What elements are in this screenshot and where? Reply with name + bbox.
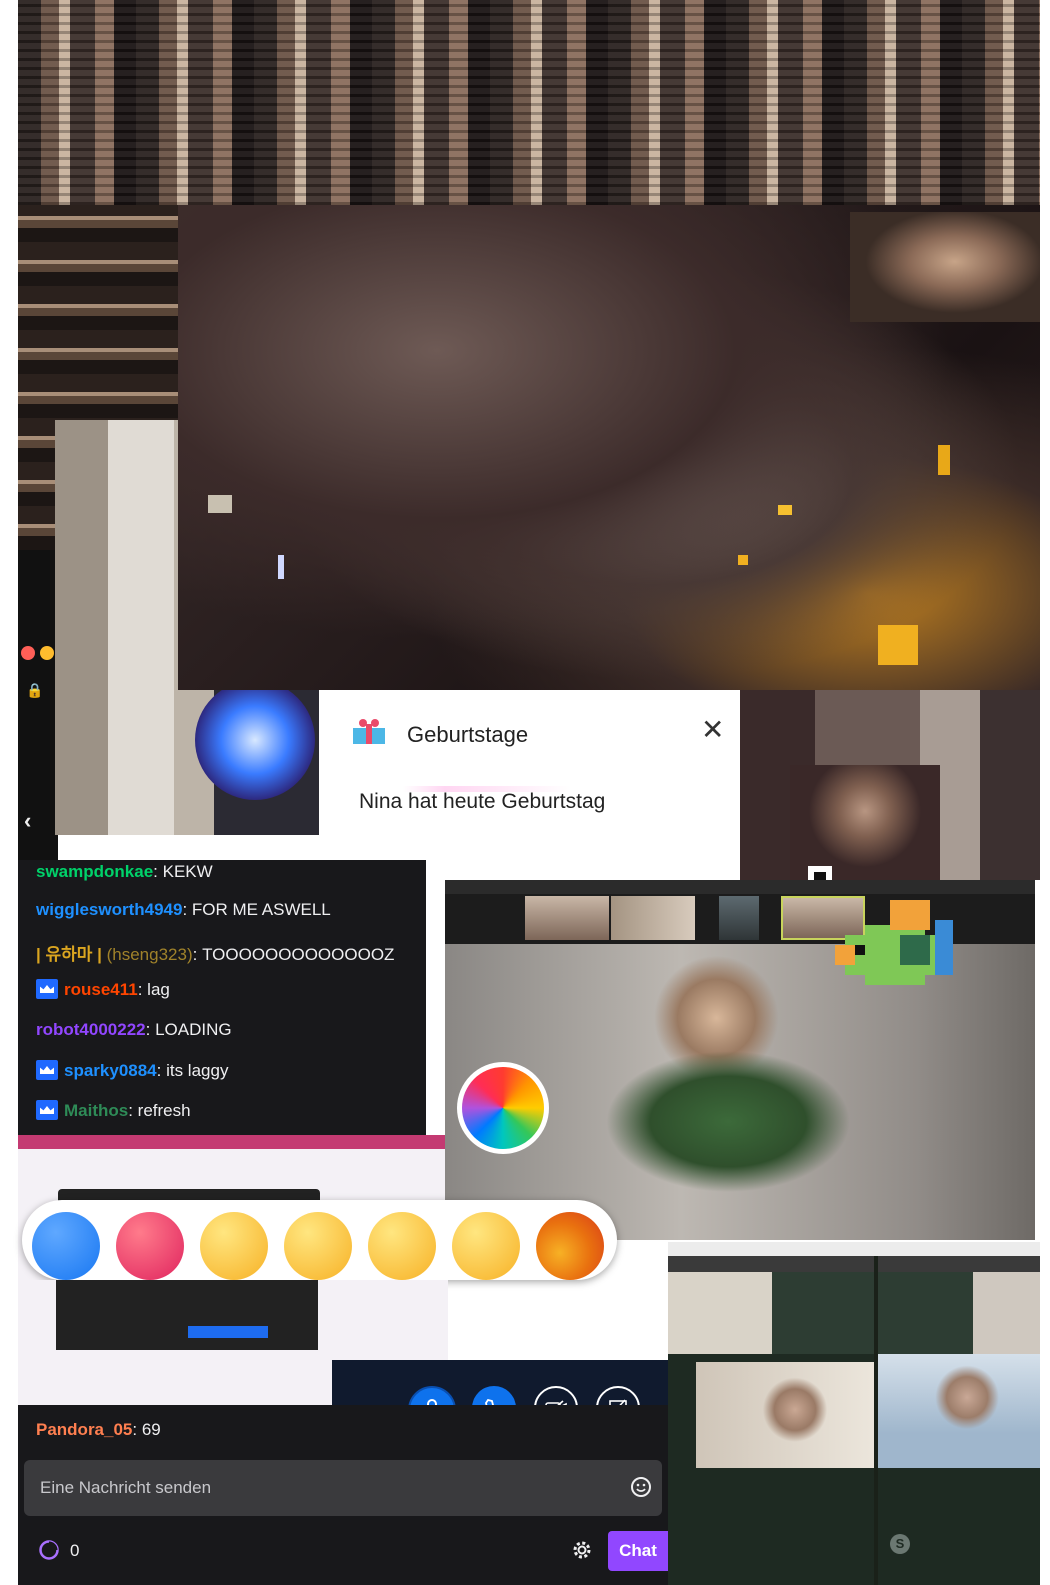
emoji-icon[interactable] (630, 1476, 652, 1498)
birthday-popup: Geburtstage ✕ Nina hat heute Geburtstag (319, 690, 739, 860)
chat-username[interactable]: | 유하마 | (36, 945, 102, 964)
pixel-fish-icon (835, 900, 955, 995)
subscriber-badge-icon (36, 1100, 58, 1120)
chat-message: swampdonkae: KEKW (36, 862, 213, 882)
skype-icon: S (890, 1534, 910, 1554)
chat-username[interactable]: Maithos (64, 1101, 128, 1120)
participant-thumbnail[interactable] (525, 896, 609, 940)
chat-bottom-panel: Pandora_05: 69 Eine Nachricht senden 0 C… (18, 1405, 668, 1585)
chat-text: : its laggy (156, 1061, 229, 1080)
chat-username[interactable]: robot4000222 (36, 1020, 146, 1039)
chat-text: : KEKW (153, 862, 213, 881)
chat-text: : lag (137, 980, 170, 999)
chat-username-login: (hseng323) (101, 945, 193, 964)
gift-icon (351, 718, 387, 746)
chat-username[interactable]: rouse411 (64, 980, 138, 999)
video-tile-office (668, 1272, 1040, 1354)
chat-message: rouse411: lag (36, 979, 170, 1000)
subscriber-badge-icon (36, 979, 58, 999)
chat-username[interactable]: swampdonkae (36, 862, 153, 881)
chat-text: : refresh (128, 1101, 191, 1120)
reaction-care-icon[interactable] (200, 1212, 268, 1280)
reactions-bar (22, 1200, 617, 1280)
chat-username[interactable]: sparky0884 (64, 1061, 157, 1080)
reaction-angry-icon[interactable] (536, 1212, 604, 1280)
spinning-wheel-icon (457, 1062, 549, 1154)
popup-message: Nina hat heute Geburtstag (359, 790, 606, 813)
video-tile-person-blurred (790, 765, 940, 880)
video-tile-person-left (696, 1362, 876, 1468)
close-icon[interactable]: ✕ (701, 716, 724, 744)
participant-thumbnail[interactable] (611, 896, 695, 940)
chat-text: : FOR ME ASWELL (182, 900, 331, 919)
close-window-dot[interactable] (21, 646, 35, 660)
chat-send-button[interactable]: Chat (608, 1531, 668, 1571)
chat-text: : TOOOOOOOOOOOOOZ (192, 945, 395, 964)
chat-input-placeholder: Eine Nachricht senden (40, 1478, 212, 1497)
minimize-window-dot[interactable] (40, 646, 54, 660)
chat-message: | 유하마 | (hseng323): TOOOOOOOOOOOOOZ (36, 940, 394, 965)
browser-window-edge: 🔒 ‹ (18, 550, 58, 870)
reaction-like-icon[interactable] (32, 1212, 100, 1280)
chat-username[interactable]: wigglesworth4949 (36, 900, 182, 919)
popup-title: Geburtstage (407, 722, 529, 747)
video-tile-person-right (878, 1354, 1040, 1468)
reaction-wow-icon[interactable] (368, 1212, 436, 1280)
reaction-haha-icon[interactable] (284, 1212, 352, 1280)
lock-icon: 🔒 (26, 682, 44, 698)
reaction-sad-icon[interactable] (452, 1212, 520, 1280)
chat-username[interactable]: Pandora_05 (36, 1420, 132, 1439)
channel-points-count: 0 (70, 1541, 80, 1560)
video-tile-corner-person (850, 212, 1040, 322)
reaction-love-icon[interactable] (116, 1212, 184, 1280)
channel-points-icon[interactable] (38, 1539, 60, 1561)
zoom-window (445, 880, 1035, 1240)
chat-message: Maithos: refresh (36, 1100, 191, 1121)
chat-input[interactable]: Eine Nachricht senden (24, 1460, 662, 1516)
participant-thumbnail[interactable] (719, 896, 759, 940)
back-chevron-icon[interactable]: ‹ (24, 808, 31, 834)
chat-text: : 69 (132, 1420, 161, 1439)
video-call-grid: S (668, 1242, 1040, 1585)
glitched-video-grid (18, 0, 1040, 205)
chat-text: : LOADING (145, 1020, 232, 1039)
chat-message-last: Pandora_05: 69 (36, 1420, 161, 1440)
settings-icon[interactable] (571, 1539, 593, 1561)
chat-message: sparky0884: its laggy (36, 1060, 228, 1081)
subscriber-badge-icon (36, 1060, 58, 1080)
chat-message: robot4000222: LOADING (36, 1020, 232, 1040)
chat-message: wigglesworth4949: FOR ME ASWELL (36, 900, 331, 920)
